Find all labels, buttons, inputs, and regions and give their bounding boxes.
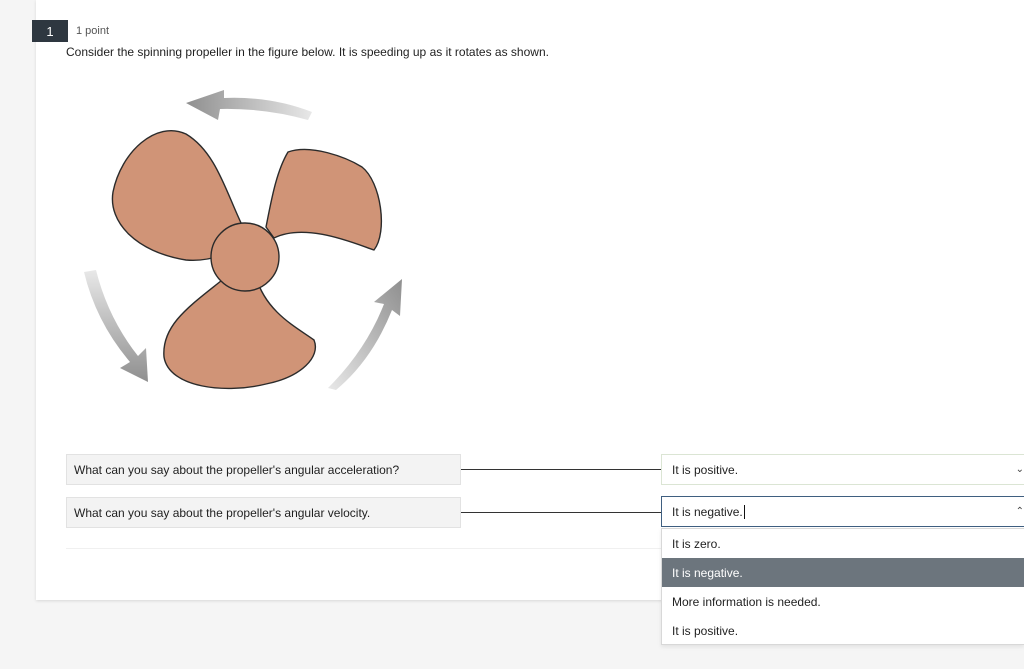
curved-arrow-icon bbox=[328, 279, 402, 390]
question-prompt: Consider the spinning propeller in the f… bbox=[66, 45, 549, 59]
connector-line bbox=[461, 469, 661, 470]
connector-line bbox=[461, 512, 661, 513]
question-number-badge: 1 bbox=[32, 20, 68, 42]
curved-arrow-icon bbox=[84, 270, 148, 382]
question-points: 1 point bbox=[76, 25, 110, 37]
dropdown-option-positive[interactable]: It is positive. bbox=[662, 616, 1024, 645]
select-value: It is positive. bbox=[672, 462, 739, 477]
match-prompt-velocity: What can you say about the propeller's a… bbox=[66, 497, 461, 528]
dropdown-menu: It is zero. It is negative. More informa… bbox=[661, 528, 1024, 645]
chevron-down-icon: ⌄ bbox=[1015, 464, 1024, 475]
dropdown-option-zero[interactable]: It is zero. bbox=[662, 529, 1024, 558]
dropdown-option-negative[interactable]: It is negative. bbox=[662, 558, 1024, 587]
answer-select-velocity[interactable]: It is negative. ⌃ bbox=[661, 496, 1024, 527]
select-value: It is negative. bbox=[672, 504, 743, 519]
text-cursor bbox=[743, 504, 745, 519]
match-prompt-acceleration: What can you say about the propeller's a… bbox=[66, 454, 461, 485]
dropdown-option-more-info[interactable]: More information is needed. bbox=[662, 587, 1024, 616]
chevron-up-icon: ⌃ bbox=[1015, 506, 1024, 517]
answer-select-acceleration[interactable]: It is positive. ⌄ bbox=[661, 454, 1024, 485]
propeller-figure bbox=[84, 90, 402, 390]
curved-arrow-icon bbox=[186, 90, 312, 120]
propeller bbox=[111, 129, 382, 390]
